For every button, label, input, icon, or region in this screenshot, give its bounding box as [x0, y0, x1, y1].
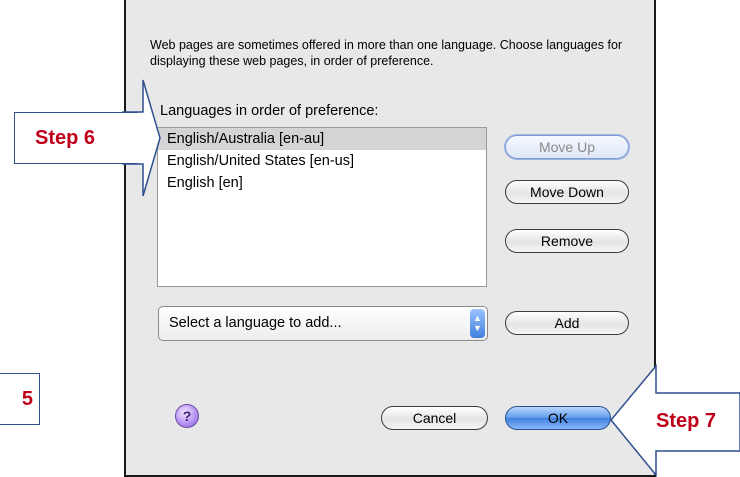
step7-label: Step 7: [655, 410, 717, 432]
step7-callout: Step 7: [632, 394, 740, 450]
step5-partial-callout: 5: [0, 373, 40, 425]
step6-label: Step 6: [35, 127, 96, 149]
step6-callout: Step 6: [14, 112, 138, 164]
callout-arrows: [122, 79, 740, 477]
step5-partial-label: 5: [21, 388, 33, 410]
